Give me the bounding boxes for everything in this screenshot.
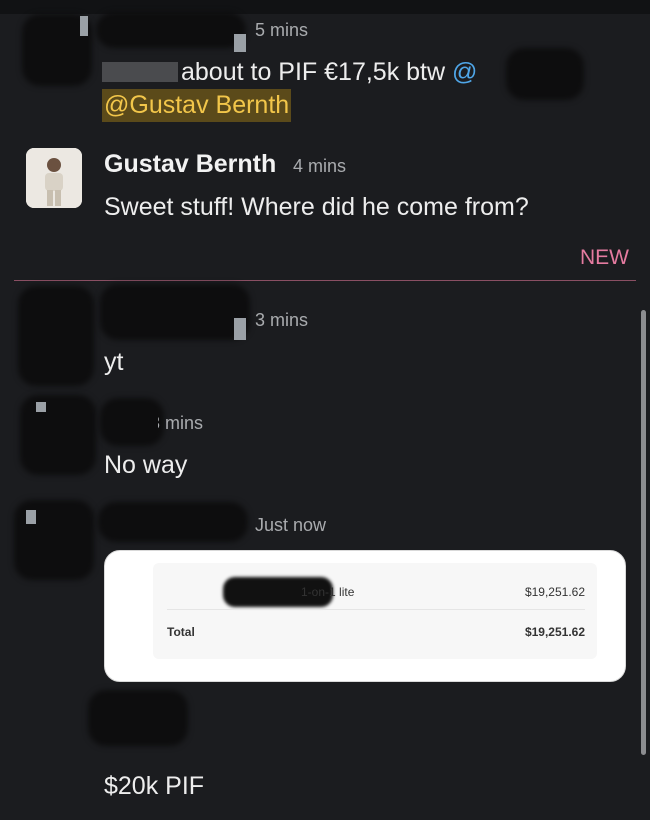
- redacted-pixel: [234, 318, 246, 340]
- person-icon: [26, 148, 82, 208]
- redacted-sender: [100, 284, 250, 340]
- receipt-total-amount: $19,251.62: [524, 625, 585, 639]
- receipt-total-label: Total: [167, 625, 195, 639]
- user-mention[interactable]: @Gustav Bernth: [102, 89, 292, 122]
- message-timestamp: 4 mins: [293, 156, 347, 176]
- receipt-item-amount: $19,251.62: [524, 585, 585, 599]
- redacted-pixel: [80, 16, 88, 36]
- message-text: $20k PIF: [104, 772, 205, 800]
- new-messages-label: NEW: [580, 246, 629, 269]
- message-timestamp: Just now: [255, 515, 327, 535]
- message-timestamp: 5 mins: [255, 20, 309, 40]
- redacted-sender: [100, 398, 164, 446]
- receipt-item-label: 1-on-1 lite: [301, 585, 355, 599]
- author-name[interactable]: Gustav Bernth: [104, 150, 276, 179]
- redacted-pixel: [26, 510, 36, 524]
- message-text: yt: [104, 348, 124, 376]
- message-text: No way: [104, 451, 188, 479]
- redacted-pixel: [36, 402, 46, 412]
- redacted-mention: [506, 48, 584, 100]
- divider: [167, 609, 585, 610]
- scrollbar[interactable]: [641, 310, 646, 755]
- redacted-name: [102, 62, 178, 82]
- receipt-total-row: Total $19,251.62: [167, 625, 585, 639]
- top-bar: [0, 0, 650, 14]
- receipt-card: 1-on-1 lite $19,251.62 Total $19,251.62: [153, 563, 597, 659]
- receipt-image[interactable]: 1-on-1 lite $19,251.62 Total $19,251.62: [104, 550, 626, 682]
- message-text: about to PIF €17,5k btw @: [181, 58, 478, 86]
- redacted-reaction: [88, 690, 188, 746]
- mention-link[interactable]: @: [452, 58, 477, 86]
- redacted-avatar: [18, 286, 94, 386]
- redacted-avatar: [20, 395, 96, 475]
- new-messages-divider: [14, 280, 636, 281]
- redacted-pixel: [234, 34, 246, 52]
- message-text: Sweet stuff! Where did he come from?: [104, 193, 529, 221]
- message-timestamp: 3 mins: [255, 310, 309, 330]
- redacted-sender: [98, 502, 248, 542]
- avatar[interactable]: [26, 148, 82, 208]
- redacted-sender: [96, 12, 246, 48]
